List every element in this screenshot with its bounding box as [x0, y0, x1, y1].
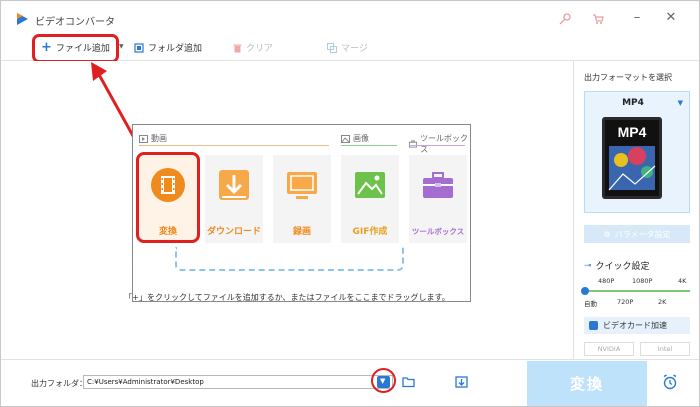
quick-settings-label: クイック設定	[595, 262, 650, 272]
gpu-acceleration-label: ビデオカード加速	[603, 321, 667, 330]
gpu-acceleration-toggle[interactable]: ビデオカード加速	[584, 317, 690, 334]
toolbox-tile-label: ツールボックス	[411, 227, 465, 236]
intel-label: Intel	[657, 345, 673, 353]
close-button[interactable]: ✕	[663, 10, 679, 26]
category-toolbox-label: ツールボックス	[420, 134, 469, 154]
quick-settings-icon: ⊸	[584, 260, 592, 271]
annotation-circle	[371, 368, 396, 393]
drop-zone-bracket	[175, 247, 404, 271]
folder-icon	[134, 42, 144, 53]
format-selector[interactable]: MP4 ▼ MP4	[584, 91, 690, 213]
parameter-settings-label: パラメータ設定	[614, 229, 671, 239]
download-tile-label: ダウンロード	[206, 227, 261, 237]
add-folder-label: フォルダ追加	[148, 44, 203, 54]
trash-icon	[233, 44, 242, 52]
app-window: ビデオコンバータ – ✕ + ファイル追加 ▼ フォルダ追加 クリア マージ 動…	[0, 0, 700, 407]
merge-label: マージ	[341, 44, 368, 54]
open-folder-icon[interactable]	[402, 376, 416, 388]
nvidia-badge: NVIDIA	[584, 342, 634, 356]
annotation-highlight	[32, 34, 119, 63]
sliders-icon: ⚙	[603, 229, 611, 239]
toolbox-icon	[423, 172, 453, 198]
chevron-down-icon[interactable]: ▼	[119, 43, 124, 50]
mp4-format-thumbnail: MP4	[602, 117, 662, 199]
video-category-icon	[139, 134, 148, 143]
app-title: ビデオコンバータ	[35, 17, 115, 28]
image-category-icon	[341, 134, 350, 143]
download-icon	[219, 170, 249, 200]
checkbox-icon	[589, 321, 598, 330]
category-toolbox-line	[409, 145, 465, 146]
merge-icon	[327, 42, 337, 53]
slider-thumb[interactable]	[581, 287, 589, 295]
nvidia-label: NVIDIA	[597, 345, 621, 353]
main-drop-area[interactable]: 動画 画像 ツールボックス 変換 ダウンロード 録画 GIF作成 ツールボックス…	[1, 61, 573, 359]
import-folder-icon[interactable]	[455, 376, 468, 388]
screen-record-tile-label: 録画	[292, 227, 311, 237]
annotation-convert-highlight	[136, 152, 200, 243]
category-video-label: 動画	[151, 134, 167, 143]
output-folder-path[interactable]: C:¥Users¥Administrator¥Desktop	[83, 375, 393, 389]
caret-down-icon[interactable]: ▼	[678, 99, 683, 107]
output-format-panel: 出力フォーマットを選択 MP4 ▼ MP4 ⚙ パラメータ設定 ⊸ クイック設定…	[573, 61, 699, 359]
category-image: 画像	[341, 133, 369, 144]
category-toolbox: ツールボックス	[409, 133, 470, 155]
gif-maker-tile-label: GIF作成	[352, 227, 388, 237]
output-folder-label: 出力フォルダ：	[31, 379, 87, 388]
clear-button[interactable]: クリア	[233, 41, 273, 54]
quality-slider[interactable]	[581, 287, 690, 295]
toolbox-category-icon	[409, 140, 418, 148]
minimize-button[interactable]: –	[629, 10, 645, 26]
screen-record-icon	[287, 172, 317, 199]
download-tile[interactable]: ダウンロード	[205, 155, 263, 243]
add-folder-button[interactable]: フォルダ追加	[134, 41, 202, 54]
category-image-label: 画像	[353, 134, 369, 143]
category-video: 動画	[139, 133, 167, 144]
drop-hint: 「+」をクリックしてファイルを追加するか、またはファイルをここまでドラッグします…	[124, 293, 450, 302]
toolbox-tile[interactable]: ツールボックス	[409, 155, 467, 243]
gif-maker-tile[interactable]: GIF作成	[341, 155, 399, 243]
mp4-thumb-label: MP4	[618, 124, 647, 140]
key-icon[interactable]	[559, 13, 571, 25]
title-bar: ビデオコンバータ – ✕	[1, 1, 699, 35]
quality-auto[interactable]: 自動	[584, 298, 597, 308]
quick-settings: ⊸ クイック設定	[584, 259, 650, 273]
parameter-settings-button[interactable]: ⚙ パラメータ設定	[584, 225, 690, 243]
merge-button[interactable]: マージ	[327, 41, 368, 54]
convert-button[interactable]: 変換	[527, 361, 647, 406]
alarm-clock-icon[interactable]	[662, 374, 678, 390]
quality-480p[interactable]: 480P	[598, 277, 614, 285]
quality-720p[interactable]: 720P	[617, 298, 633, 306]
category-image-line	[341, 145, 397, 146]
screen-record-tile[interactable]: 録画	[273, 155, 331, 243]
format-name: MP4	[622, 98, 644, 108]
app-logo-icon	[17, 13, 28, 25]
quality-2k[interactable]: 2K	[658, 298, 666, 306]
bottom-bar: 出力フォルダ： C:¥Users¥Administrator¥Desktop ▼…	[1, 359, 699, 406]
output-format-title: 出力フォーマットを選択	[584, 73, 672, 82]
clear-label: クリア	[246, 44, 274, 54]
cart-icon[interactable]	[592, 13, 604, 25]
quality-1080p[interactable]: 1080P	[632, 277, 652, 285]
image-icon	[355, 172, 385, 198]
intel-badge: Intel	[640, 342, 690, 356]
quality-4k[interactable]: 4K	[678, 277, 686, 285]
category-video-line	[139, 145, 329, 146]
